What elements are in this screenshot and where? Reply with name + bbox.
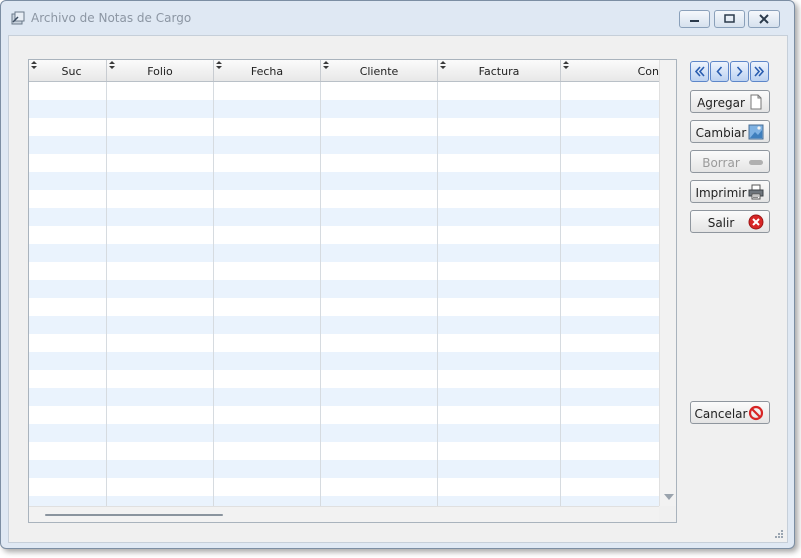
column-header-con[interactable]: Con bbox=[561, 60, 659, 81]
record-navigator bbox=[690, 61, 771, 83]
table-row[interactable] bbox=[29, 208, 659, 226]
minimize-icon bbox=[690, 20, 699, 22]
grid-header: Suc Folio Fecha Cliente Factura Con bbox=[29, 60, 659, 82]
column-header-label: Suc bbox=[61, 65, 82, 78]
first-record-button[interactable] bbox=[690, 61, 709, 82]
table-row[interactable] bbox=[29, 82, 659, 100]
maximize-button[interactable] bbox=[714, 10, 745, 28]
horizontal-scrollbar[interactable] bbox=[29, 506, 659, 522]
table-row[interactable] bbox=[29, 334, 659, 352]
table-row[interactable] bbox=[29, 406, 659, 424]
cancel-button[interactable]: Cancelar bbox=[690, 401, 770, 424]
resize-grip-icon[interactable] bbox=[774, 529, 784, 539]
close-icon bbox=[759, 14, 769, 24]
print-button-label: Imprimir bbox=[695, 186, 747, 200]
last-record-button[interactable] bbox=[750, 61, 769, 82]
scroll-down-arrow-icon[interactable] bbox=[664, 494, 674, 500]
column-header-suc[interactable]: Suc bbox=[29, 60, 107, 81]
cancel-button-label: Cancelar bbox=[694, 407, 748, 421]
table-row[interactable] bbox=[29, 460, 659, 478]
table-row[interactable] bbox=[29, 424, 659, 442]
table-row[interactable] bbox=[29, 118, 659, 136]
table-row[interactable] bbox=[29, 226, 659, 244]
table-row[interactable] bbox=[29, 352, 659, 370]
table-row[interactable] bbox=[29, 244, 659, 262]
column-header-label: Fecha bbox=[250, 65, 284, 78]
table-row[interactable] bbox=[29, 280, 659, 298]
edit-button[interactable]: Cambiar bbox=[690, 120, 770, 143]
prohibited-icon bbox=[748, 405, 764, 421]
exit-button[interactable]: Salir bbox=[690, 210, 770, 233]
next-record-icon bbox=[736, 66, 743, 77]
column-header-factura[interactable]: Factura bbox=[438, 60, 561, 81]
printer-icon bbox=[748, 184, 764, 200]
print-button[interactable]: Imprimir bbox=[690, 180, 770, 203]
minimize-button[interactable] bbox=[679, 10, 710, 28]
table-row[interactable] bbox=[29, 154, 659, 172]
column-header-fecha[interactable]: Fecha bbox=[214, 60, 321, 81]
table-row[interactable] bbox=[29, 478, 659, 496]
horizontal-scroll-thumb[interactable] bbox=[45, 514, 223, 516]
close-button[interactable] bbox=[748, 10, 780, 28]
table-row[interactable] bbox=[29, 100, 659, 118]
table-row[interactable] bbox=[29, 190, 659, 208]
column-header-label: Folio bbox=[147, 65, 173, 78]
table-row[interactable] bbox=[29, 316, 659, 334]
add-button[interactable]: Agregar bbox=[690, 90, 770, 113]
minus-icon bbox=[749, 160, 763, 165]
table-row[interactable] bbox=[29, 388, 659, 406]
vertical-scrollbar[interactable] bbox=[659, 60, 676, 506]
table-row[interactable] bbox=[29, 172, 659, 190]
maximize-icon bbox=[724, 14, 735, 23]
edit-button-label: Cambiar bbox=[695, 126, 747, 140]
column-divider bbox=[560, 82, 561, 506]
column-divider bbox=[106, 82, 107, 506]
column-header-label: Con bbox=[637, 65, 659, 78]
title-bar[interactable]: Archivo de Notas de Cargo bbox=[1, 1, 794, 35]
close-circle-icon bbox=[748, 214, 764, 230]
client-area: Suc Folio Fecha Cliente Factura Con Agre… bbox=[8, 35, 788, 543]
table-row[interactable] bbox=[29, 370, 659, 388]
delete-button-label: Borrar bbox=[702, 156, 740, 170]
column-header-cliente[interactable]: Cliente bbox=[321, 60, 438, 81]
column-divider bbox=[213, 82, 214, 506]
last-record-icon bbox=[754, 66, 765, 77]
column-divider bbox=[437, 82, 438, 506]
table-row[interactable] bbox=[29, 136, 659, 154]
column-header-folio[interactable]: Folio bbox=[107, 60, 214, 81]
first-record-icon bbox=[694, 66, 705, 77]
window-title: Archivo de Notas de Cargo bbox=[31, 11, 192, 25]
add-button-label: Agregar bbox=[697, 96, 745, 110]
table-row[interactable] bbox=[29, 298, 659, 316]
column-header-label: Cliente bbox=[359, 65, 399, 78]
next-record-button[interactable] bbox=[730, 61, 749, 82]
column-divider bbox=[320, 82, 321, 506]
previous-record-button[interactable] bbox=[710, 61, 729, 82]
table-row[interactable] bbox=[29, 262, 659, 280]
new-document-icon bbox=[750, 94, 762, 110]
scrollbar-corner bbox=[659, 506, 676, 522]
delete-button[interactable]: Borrar bbox=[690, 150, 770, 173]
previous-record-icon bbox=[716, 66, 723, 77]
table-row[interactable] bbox=[29, 442, 659, 460]
grid-rows bbox=[29, 82, 659, 514]
records-grid[interactable]: Suc Folio Fecha Cliente Factura Con bbox=[28, 59, 677, 523]
app-window: Archivo de Notas de Cargo Suc Folio Fech… bbox=[0, 0, 795, 549]
app-icon bbox=[11, 11, 25, 25]
column-header-label: Factura bbox=[478, 65, 520, 78]
edit-image-icon bbox=[748, 124, 764, 140]
exit-button-label: Salir bbox=[707, 216, 735, 230]
